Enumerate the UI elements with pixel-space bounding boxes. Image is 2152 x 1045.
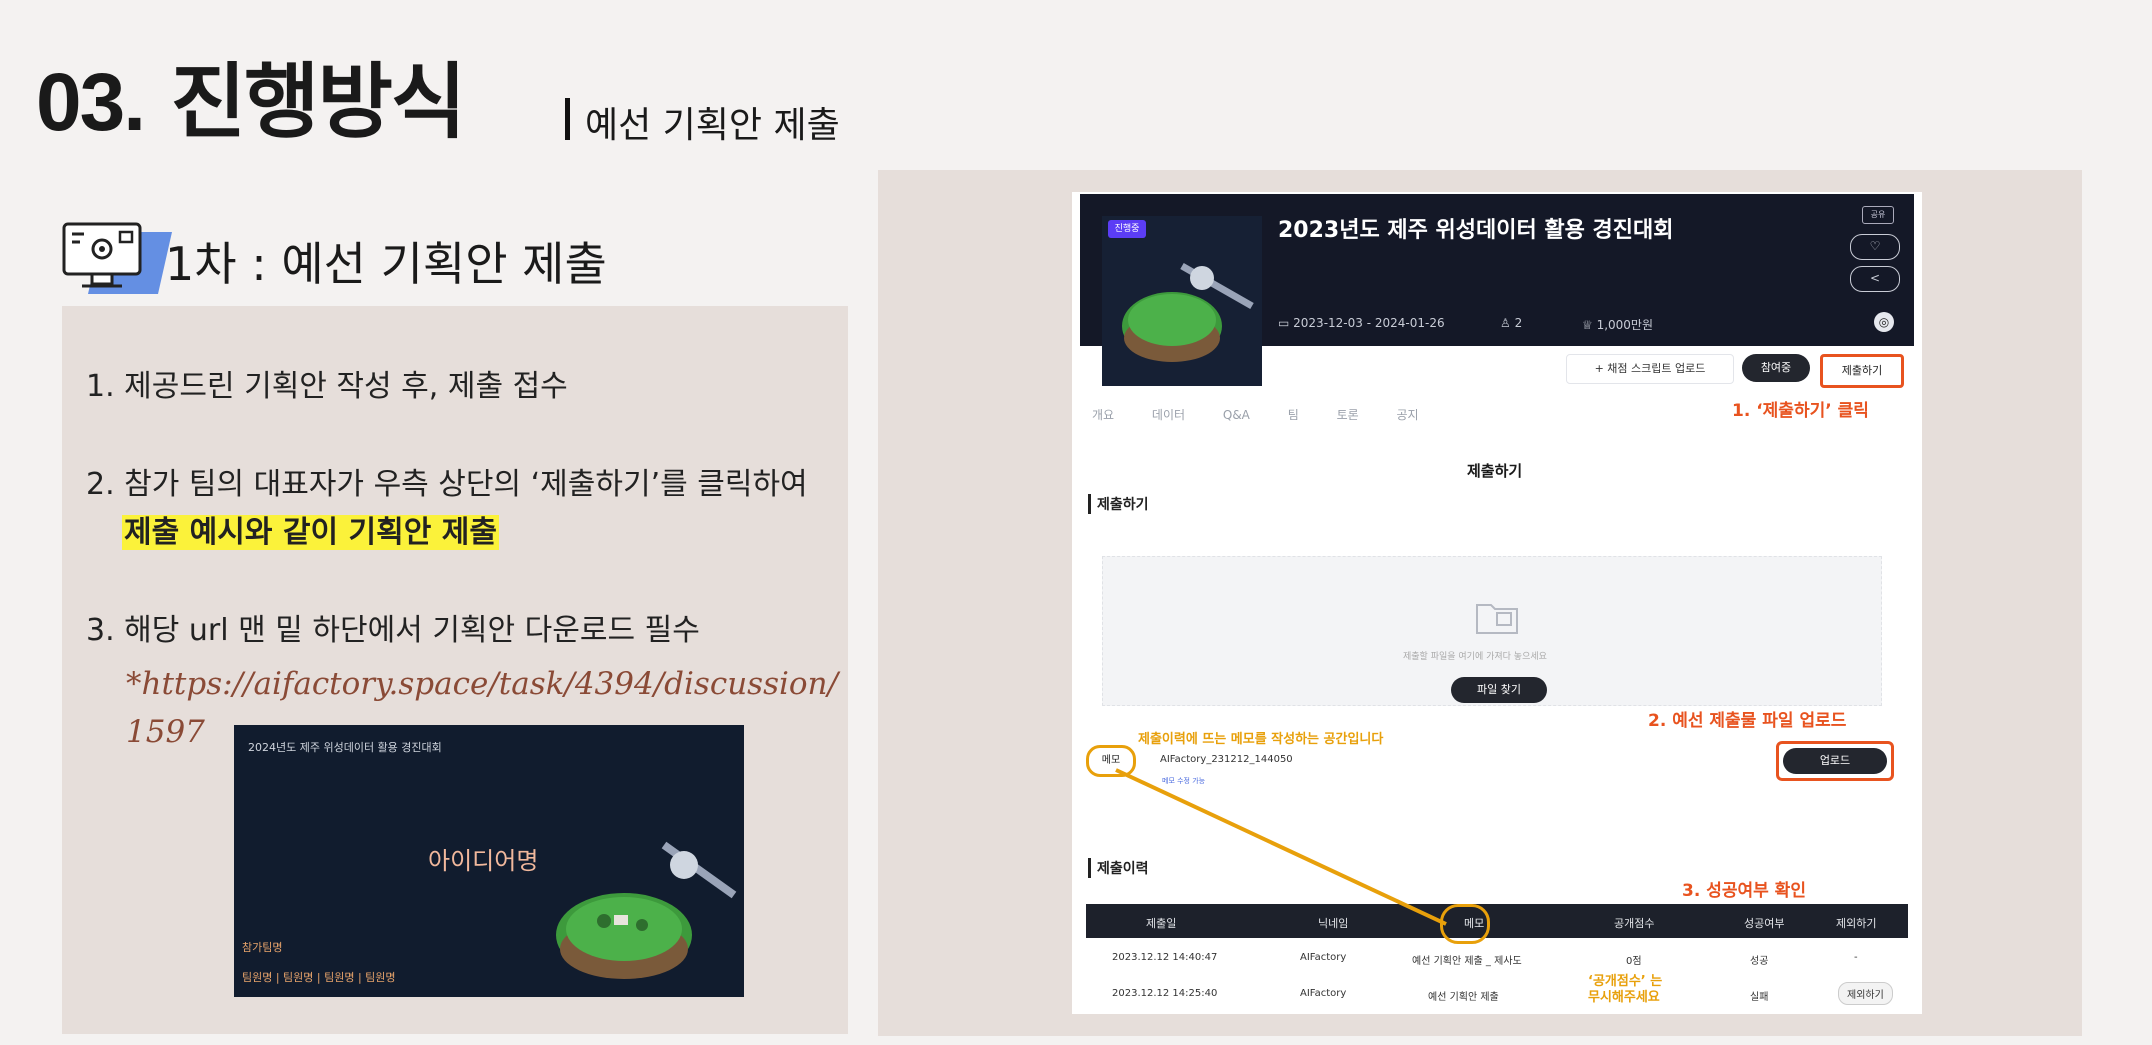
island-illustration (556, 841, 737, 979)
settings-icon[interactable]: ◎ (1874, 312, 1894, 332)
thumbnail-idea-title: 아이디어명 (428, 847, 539, 875)
row-date: 2023.12.12 14:25:40 (1112, 988, 1218, 999)
memo-note: 제출이력에 뜨는 메모를 작성하는 공간입니다 (1138, 732, 1384, 747)
tab-notice[interactable]: 공지 (1397, 408, 1419, 422)
participant-count: ♙ 2 (1500, 316, 1523, 330)
drop-zone-hint: 제출할 파일을 여기에 가져다 놓으세요 (1403, 652, 1547, 662)
memo-dropdown[interactable]: 메모 (1086, 745, 1136, 777)
file-drop-zone[interactable]: 제출할 파일을 여기에 가져다 놓으세요 파일 찾기 (1102, 556, 1882, 706)
section-title: 진행방식 (170, 55, 467, 150)
row-memo: 예선 기획안 제출 _ 제사도 (1412, 956, 1522, 967)
table-row: 2023.12.12 14:40:47 AIFactory 예선 기획안 제출 … (1086, 940, 1908, 976)
prize-amount: ♕ 1,000만원 (1582, 318, 1654, 332)
annotation-2: 2. 예선 제출물 파일 업로드 (1648, 711, 1847, 731)
thumbnail-members: 팀원명 | 팀원명 | 팀원명 | 팀원명 (242, 971, 396, 984)
proposal-thumbnail: 2024년도 제주 위성데이터 활용 경진대회 아이디어명 참가팀명 팀원명 |… (234, 725, 744, 997)
row-score: 0점 (1626, 956, 1642, 967)
page-subtitle: 예선 기획안 제출 (585, 105, 840, 146)
section-number: 03. (36, 57, 146, 148)
submit-section-head: 제출하기 (1088, 494, 1149, 514)
trophy-icon: ♕ (1582, 318, 1597, 332)
page-title: 03. 진행방식 (36, 62, 466, 144)
tab-bar: 개요 데이터 Q&A 팀 토론 공지 (1092, 406, 1453, 423)
instruction-1: 1. 제공드린 기획안 작성 후, 제출 접수 (86, 369, 568, 404)
memo-edit-link[interactable]: 메모 수정 가능 (1162, 776, 1205, 786)
find-file-button[interactable]: 파일 찾기 (1451, 677, 1547, 703)
row-memo: 예선 기획안 제출 (1428, 992, 1499, 1003)
instruction-2: 2. 참가 팀의 대표자가 우측 상단의 ‘제출하기’를 클릭하여 (86, 467, 808, 502)
upload-highlight: 업로드 (1776, 741, 1894, 781)
tab-overview[interactable]: 개요 (1092, 408, 1114, 422)
upload-button[interactable]: 업로드 (1783, 748, 1887, 774)
thumbnail-team-label: 참가팀명 (242, 941, 283, 954)
thumbnail-header: 2024년도 제주 위성데이터 활용 경진대회 (248, 741, 442, 754)
share-icon[interactable]: < (1850, 266, 1900, 292)
upload-script-button[interactable]: + 채점 스크립트 업로드 (1566, 354, 1734, 384)
tab-qna[interactable]: Q&A (1223, 408, 1250, 422)
row-action: - (1854, 952, 1858, 963)
submit-section-title: 제출하기 (1467, 462, 1523, 480)
row-status: 성공 (1750, 956, 1769, 967)
col-status: 성공여부 (1744, 917, 1785, 930)
annotation-3: 3. 성공여부 확인 (1682, 881, 1806, 901)
step-title: 1차 : 예선 기획안 제출 (165, 237, 607, 291)
row-date: 2023.12.12 14:40:47 (1112, 952, 1218, 963)
highlight-text: 제출 예시와 같이 기획안 제출 (122, 515, 499, 550)
row-nickname: AIFactory (1300, 988, 1347, 999)
row-status: 실패 (1750, 992, 1769, 1003)
submit-button[interactable]: 제출하기 (1820, 354, 1904, 388)
calendar-icon: ▭ (1278, 316, 1294, 330)
memo-column-highlight (1440, 904, 1490, 944)
history-section-head: 제출이력 (1088, 858, 1149, 878)
user-icon: ♙ (1500, 316, 1515, 330)
competition-dates: ▭ 2023-12-03 - 2024-01-26 (1278, 316, 1445, 330)
col-score: 공개점수 (1614, 917, 1655, 930)
subtitle-divider (565, 98, 570, 140)
status-badge: 진행중 (1108, 220, 1146, 238)
exclude-button[interactable]: 제외하기 (1838, 982, 1893, 1005)
table-row: 2023.12.12 14:25:40 AIFactory 예선 기획안 제출 … (1086, 976, 1908, 1012)
share-button[interactable]: 공유 (1862, 206, 1894, 224)
computer-settings-icon (62, 222, 182, 302)
col-date: 제출일 (1146, 917, 1177, 930)
col-nickname: 닉네임 (1318, 917, 1349, 930)
folder-icon (1476, 604, 1518, 634)
row-nickname: AIFactory (1300, 952, 1347, 963)
competition-page-screenshot: 진행중 2023년도 제주 위성데이터 활용 경진대회 ▭ 2023-12-03… (1072, 192, 1922, 1014)
tab-team[interactable]: 팀 (1288, 408, 1299, 422)
competition-title: 2023년도 제주 위성데이터 활용 경진대회 (1278, 218, 1674, 243)
history-table-header: 제출일 닉네임 메모 공개점수 성공여부 제외하기 (1086, 904, 1908, 938)
competition-banner: 진행중 2023년도 제주 위성데이터 활용 경진대회 ▭ 2023-12-03… (1080, 194, 1914, 386)
instruction-3: 3. 해당 url 맨 밑 하단에서 기획안 다운로드 필수 (86, 613, 700, 648)
memo-input[interactable]: AIFactory_231212_144050 (1160, 754, 1293, 765)
instruction-2-highlight: 제출 예시와 같이 기획안 제출 (122, 512, 499, 554)
col-exclude: 제외하기 (1836, 917, 1877, 930)
tab-data[interactable]: 데이터 (1152, 408, 1185, 422)
banner-image (1102, 216, 1262, 386)
joined-button[interactable]: 참여중 (1742, 354, 1810, 382)
score-note-2: 무시해주세요 (1588, 990, 1660, 1005)
like-button[interactable]: ♡ (1850, 234, 1900, 260)
annotation-1: 1. ‘제출하기’ 클릭 (1732, 401, 1869, 421)
tab-discussion[interactable]: 토론 (1337, 408, 1359, 422)
